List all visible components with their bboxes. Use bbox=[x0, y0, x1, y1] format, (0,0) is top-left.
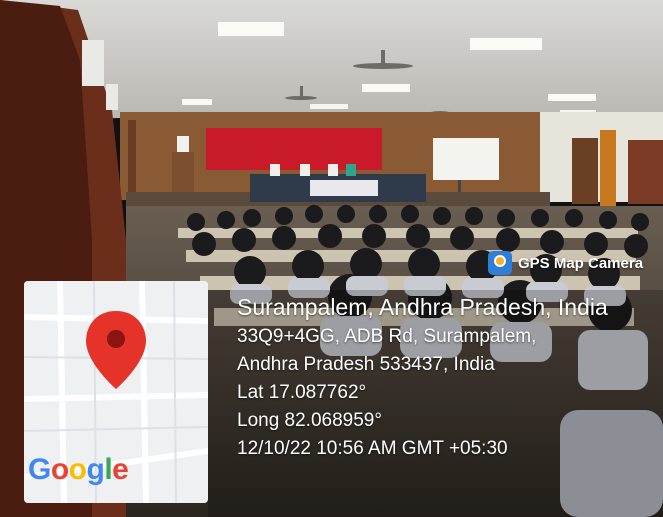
google-logo-letter: l bbox=[104, 453, 113, 486]
timestamp: 12/10/22 10:56 AM GMT +05:30 bbox=[237, 438, 508, 459]
location-info: Surampalem, Andhra Pradesh, India 33Q9+4… bbox=[237, 291, 663, 463]
app-name-label: GPS Map Camera bbox=[518, 254, 644, 272]
google-logo: Google bbox=[28, 453, 129, 487]
longitude: Long 82.068959° bbox=[237, 410, 382, 431]
map-thumbnail: Google bbox=[24, 281, 208, 503]
google-logo-letter: o bbox=[50, 453, 69, 486]
google-logo-letter: e bbox=[112, 453, 129, 486]
address-line-1: 33Q9+4GG, ADB Rd, Surampalem, bbox=[237, 326, 537, 347]
address-line-2: Andhra Pradesh 533437, India bbox=[237, 354, 495, 375]
google-logo-letter: g bbox=[86, 453, 105, 486]
photo-frame: GPS Map Camera Google Surampalem, Andhra… bbox=[0, 0, 663, 517]
google-logo-letter: G bbox=[28, 453, 51, 486]
google-logo-letter: o bbox=[68, 453, 87, 486]
gps-map-camera-app-icon bbox=[488, 251, 512, 275]
place-name: Surampalem, Andhra Pradesh, India bbox=[237, 294, 608, 320]
latitude: Lat 17.087762° bbox=[237, 382, 367, 403]
gps-map-camera-badge: GPS Map Camera bbox=[488, 250, 643, 276]
